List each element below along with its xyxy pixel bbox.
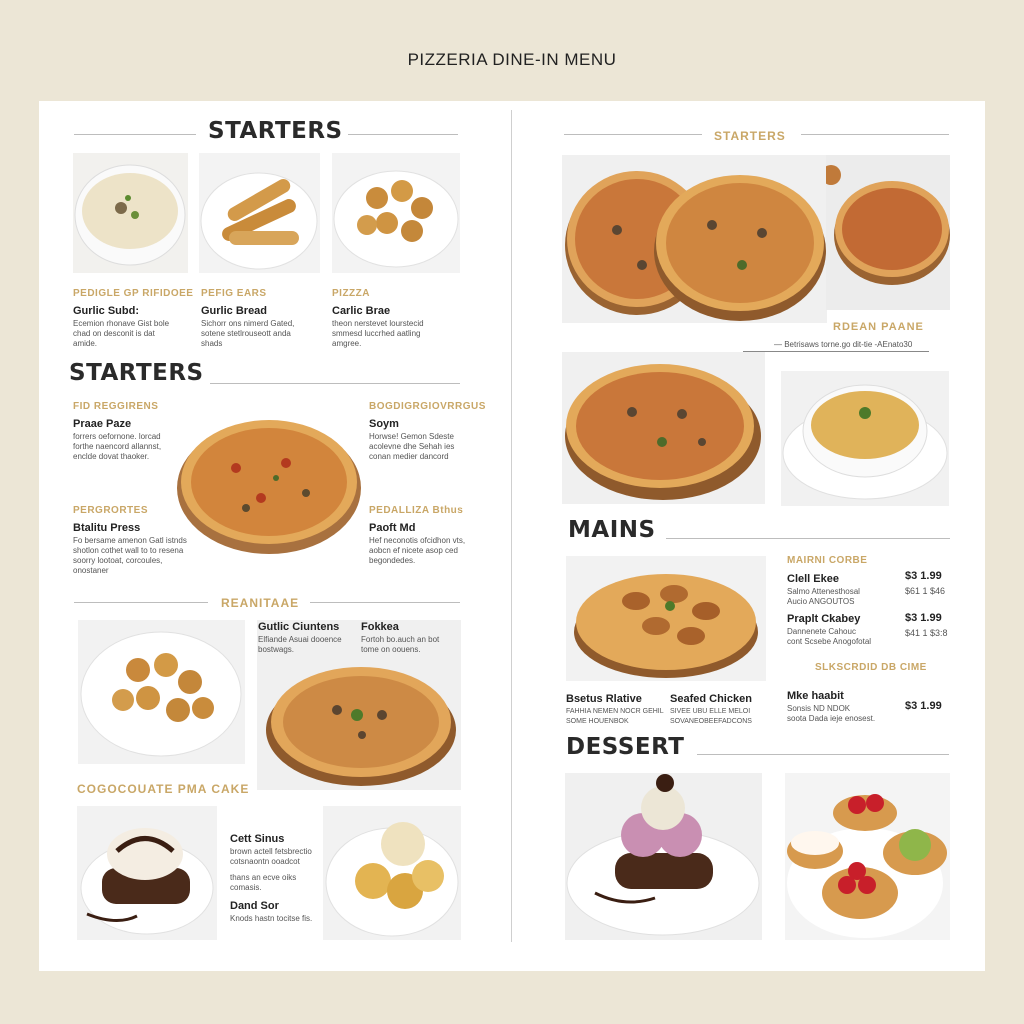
item-desc: FAHHIA NEMEN NOCR GEHIL SOME HOUENBOK [566,708,664,725]
item-desc: Sonsis ND NDOK soota Dada ieje enosest. [787,704,876,723]
fritters-photo [78,620,245,764]
item-name: Seafed Chicken [670,693,752,705]
item-name: Clell Ekee [787,573,839,585]
header-rule [210,383,460,384]
item-name: Carlic Brae [332,305,391,317]
header-rule [348,134,458,135]
item-category: BOGDIGRGIOVRRGUS [369,401,486,412]
item-desc: Salmo Attenesthosal Aucio ANGOUTOS [787,587,860,606]
caption-rule [743,351,929,352]
dessert-plate-photo [323,806,461,940]
item-name: Gurlic Subd: [73,305,139,317]
tarts-photo [785,773,950,940]
item-category: PEDIGLE GP RIFIDOEE [73,288,194,299]
item-category: PIZZZA [332,288,370,299]
item-desc: Horwse! Gemon Sdeste acolevne dhe Sehah i… [369,432,455,461]
breadsticks-photo [199,153,320,273]
item-desc: Elfiande Asuai dooence bostwags. [258,635,342,654]
item-desc: Knods hastn tocitse fis. [230,914,313,923]
ice-cream-cake-photo [565,773,762,940]
item-name: Mke haabit [787,690,844,702]
pizza-photo-3 [562,352,765,504]
item-desc: Ecemion rhonave Gist bole chad on desconi… [73,319,170,348]
mains-label-2: SLKSCRDID DB CIME [815,662,927,673]
item-desc: Hef neconotis ofcidhon vts, aobcn ef nice… [369,536,466,565]
item-name: Dand Sor [230,900,279,912]
item-category: PEDALLIZA Bthus [369,505,464,516]
item-desc: Sichorr ons nimerd Gated, sotene stetlrou… [201,319,295,348]
item-name: Gutlic Ciuntens [258,621,340,633]
item-price-alt: $41 1 $3:8 [905,628,948,638]
caption-text: — Betrisaws torne.go dit-tie -AEnato30 [774,340,913,349]
chicken-pizza-photo [566,556,766,681]
section-rule [564,134,702,135]
item-desc: SIVEE UBU ELLE MELOI SOVANEOBEEFADCONS [670,708,752,725]
item-name: Praplt Ckabey [787,613,861,625]
item-name: Btalitu Press [73,522,141,534]
item-desc: Dannenete Cahouc cont Scsebe Anogofotal [787,627,872,646]
mains-header: MAINS [568,517,656,543]
header-rule [74,134,196,135]
soup-bowl-photo [781,371,949,506]
item-name: Soym [369,418,399,430]
pizza-photo [176,408,362,556]
item-category: FID REGGIRENS [73,401,159,412]
item-name: Gurlic Bread [201,305,268,317]
header-rule [666,538,950,539]
pizzas-photo [562,155,827,323]
bites-photo [332,153,460,273]
item-desc: forrers oefornone. lorcad forthe naencord… [73,432,162,461]
item-desc: theon nerstevet lourstecid smmesd luccrhe… [332,319,424,348]
item-desc: brown actell fetsbrectio cotsnaontn ooadc… [230,847,312,892]
starters-header: STARTERS [208,118,343,144]
chocolate-cake-photo [77,806,217,940]
item-price: $3 1.99 [905,700,942,712]
item-desc: Fo bersame amenon Gatl istnds shotlon cot… [73,536,187,575]
section-label: COGOCOUATE PMA CAKE [77,782,250,796]
item-price: $3 1.99 [905,612,942,624]
section-rule [74,602,208,603]
caption-label: RDEAN PAANE [833,321,924,333]
section-label: REANITAAE [221,596,300,610]
section-rule [801,134,949,135]
item-price: $3 1.99 [905,570,942,582]
page-divider [511,110,512,942]
item-name: Bsetus Rlative [566,693,642,705]
section-rule [310,602,460,603]
mains-label: MAIRNI CORBE [787,555,868,566]
item-name: Cett Sinus [230,833,285,845]
item-name: Fokkea [361,621,399,633]
item-price-alt: $61 1 $46 [905,586,946,596]
item-desc: Fortoh bo.auch an bot tome on oouens. [361,635,440,654]
section-label: STARTERS [714,129,786,143]
dessert-header: DESSERT [566,734,685,760]
page-title: PIZZERIA DINE-IN MENU [407,50,617,69]
item-name: Paoft Md [369,522,416,534]
soup-photo [73,153,188,273]
starters-header-2: STARTERS [69,360,204,386]
item-category: PERGRORTES [73,505,149,516]
pizza-side-photo [826,155,950,310]
item-category: PEFIG EARS [201,288,267,299]
item-name: Praae Paze [73,418,132,430]
header-rule [697,754,949,755]
